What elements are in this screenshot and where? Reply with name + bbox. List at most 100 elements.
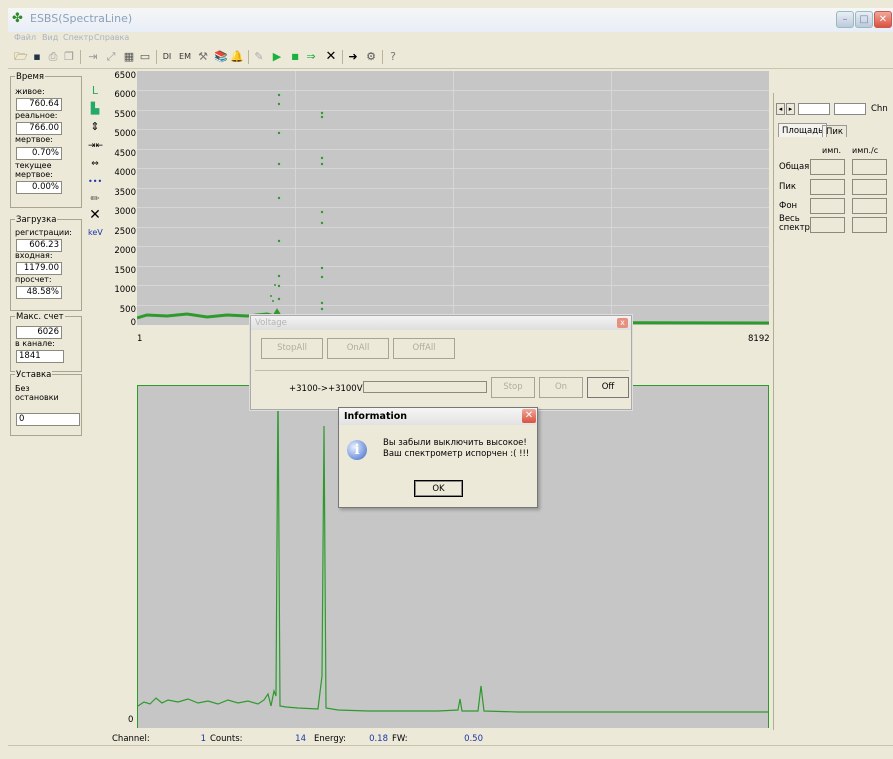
tools-icon[interactable]: ⚒: [196, 50, 210, 64]
total-rate: [852, 159, 887, 175]
cancel-icon[interactable]: ✕: [324, 50, 338, 64]
dots-icon[interactable]: •••: [88, 175, 102, 189]
minimize-button[interactable]: –: [836, 11, 854, 28]
menu-spectrum[interactable]: Спектр: [63, 33, 93, 42]
config-icon[interactable]: ⚙: [364, 50, 378, 64]
window-title: ESBS(SpectraLine): [30, 12, 133, 25]
in-channel-label: в канале:: [15, 339, 55, 348]
stop-icon[interactable]: ■: [288, 50, 302, 64]
bg-rate: [852, 198, 887, 214]
maximize-button[interactable]: □: [855, 11, 873, 28]
range-end-input[interactable]: [834, 103, 866, 115]
stop-button[interactable]: Stop: [491, 377, 535, 398]
app-icon: ✤: [12, 11, 23, 26]
di-icon[interactable]: DI: [160, 50, 174, 64]
open-folder-icon[interactable]: 🗁: [14, 50, 28, 64]
energy-label: Energy:: [314, 734, 347, 744]
horizontal-expand-icon[interactable]: ⇔: [88, 157, 102, 171]
linear-scale-icon[interactable]: ▙: [88, 102, 102, 116]
kev-icon[interactable]: keV: [88, 226, 103, 240]
help-icon[interactable]: ?: [386, 50, 400, 64]
cursor-status-bar: Channel: 1 Counts: 14 Energy: 0.18 FW: 0…: [108, 732, 493, 746]
on-button[interactable]: On: [539, 377, 583, 398]
export-icon[interactable]: ⇥: [86, 50, 100, 64]
counts-label: Counts:: [210, 734, 243, 744]
y-tick: 0: [130, 318, 136, 328]
channel-value: 1: [200, 734, 206, 744]
voltage-dialog: Voltage x StopAll OnAll OffAll +3100->+3…: [250, 315, 632, 410]
menu-view[interactable]: Вид: [42, 33, 58, 42]
whole-counts: [810, 217, 845, 233]
preset-group: Уставка Без остановки 0: [10, 370, 82, 436]
library-icon[interactable]: 📚: [214, 50, 228, 64]
y-tick: 1000: [114, 285, 136, 295]
copy-icon[interactable]: ❐: [62, 50, 76, 64]
grid-icon[interactable]: ▦: [122, 50, 136, 64]
voltage-title-bar: Voltage x: [251, 316, 631, 330]
print-icon[interactable]: ⎙: [46, 50, 60, 64]
menu-help[interactable]: Справка: [94, 33, 129, 42]
information-dialog: Information ✕ i Вы забыли выключить высо…: [338, 407, 538, 508]
toolbar: 🗁 ▪ ⎙ ❐ ⇥ ⤢ ▦ ▭ DI EM ⚒ 📚 🔔 ✎ ▶ ■ ⇒ ✕ ➜ …: [8, 46, 893, 69]
voltage-progress: [363, 381, 487, 393]
voltage-title: Voltage: [255, 318, 287, 328]
horizontal-compress-icon[interactable]: ⇥⇤: [88, 139, 103, 153]
fw-label: FW:: [392, 734, 408, 744]
y-tick: 5500: [114, 110, 136, 120]
miss-value: 48.58%: [16, 286, 62, 299]
info-title: Information: [344, 411, 408, 422]
voltage-close-button[interactable]: x: [617, 318, 628, 328]
menu-bar: Файл Вид Спектр Справка: [8, 32, 893, 46]
max-count-title: Макс. счет: [15, 312, 65, 322]
arrow-right-icon[interactable]: ➜: [346, 50, 360, 64]
choose-button[interactable]: Chn: [871, 103, 893, 115]
bg-counts: [810, 198, 845, 214]
real-time-label: реальное:: [15, 111, 58, 120]
ok-button[interactable]: OK: [414, 480, 463, 497]
tab-peak[interactable]: Пик: [822, 125, 848, 137]
info-message-line2: Ваш спектрометр испорчен :( !!!: [383, 449, 530, 459]
info-close-button[interactable]: ✕: [522, 409, 536, 423]
emi-icon[interactable]: EM: [178, 50, 192, 64]
dead-time-value: 0.70%: [16, 147, 62, 160]
channel-label: Channel:: [112, 734, 150, 744]
off-all-button[interactable]: OffAll: [393, 338, 455, 359]
y-tick: 3000: [114, 207, 136, 217]
y-tick: 4500: [114, 149, 136, 159]
live-time-value: 760.64: [16, 98, 62, 111]
bell-icon[interactable]: 🔔: [230, 50, 244, 64]
play-icon[interactable]: ▶: [270, 50, 284, 64]
preset-value[interactable]: 0: [16, 413, 80, 426]
tab-area[interactable]: Площадь: [778, 123, 828, 137]
spectrum-overview-plot[interactable]: [137, 71, 769, 325]
current-dead-label: текущее мертвое:: [15, 161, 53, 179]
nav-right-button[interactable]: ▸: [786, 103, 795, 115]
pen-icon[interactable]: ✎: [252, 50, 266, 64]
clear-icon[interactable]: ✕: [88, 208, 102, 222]
nav-left-button[interactable]: ◂: [776, 103, 785, 115]
title-bar: ✤ ESBS(SpectraLine) – □ ✕: [8, 8, 893, 32]
time-group-title: Время: [15, 72, 45, 82]
zoom-icon[interactable]: ⤢: [104, 50, 118, 64]
log-scale-icon[interactable]: L: [88, 84, 102, 98]
window-icon[interactable]: ▭: [138, 50, 152, 64]
peak-info-panel: ◂ ▸ Chn Площадь Пик имп. имп./с Общая Пи…: [773, 93, 893, 730]
col-counts-header: имп.: [822, 146, 842, 155]
input-rate-label: входная:: [15, 251, 53, 260]
peak-counts: [810, 179, 845, 195]
dead-time-label: мертвое:: [15, 135, 53, 144]
menu-file[interactable]: Файл: [14, 33, 36, 42]
save-icon[interactable]: ▪: [30, 50, 44, 64]
range-start-input[interactable]: [798, 103, 830, 115]
load-group-title: Загрузка: [15, 215, 58, 225]
close-button[interactable]: ✕: [874, 11, 892, 28]
y-tick: 5000: [114, 129, 136, 139]
stop-all-button[interactable]: StopAll: [261, 338, 323, 359]
vertical-expand-icon[interactable]: ⇕: [88, 120, 102, 134]
registration-label: регистрации:: [15, 228, 72, 237]
on-all-button[interactable]: OnAll: [327, 338, 389, 359]
brush-icon[interactable]: ✏: [88, 192, 102, 206]
off-button[interactable]: Off: [587, 377, 629, 398]
forward-icon[interactable]: ⇒: [304, 50, 318, 64]
info-message-line1: Вы забыли выключить высокое!: [383, 438, 527, 448]
